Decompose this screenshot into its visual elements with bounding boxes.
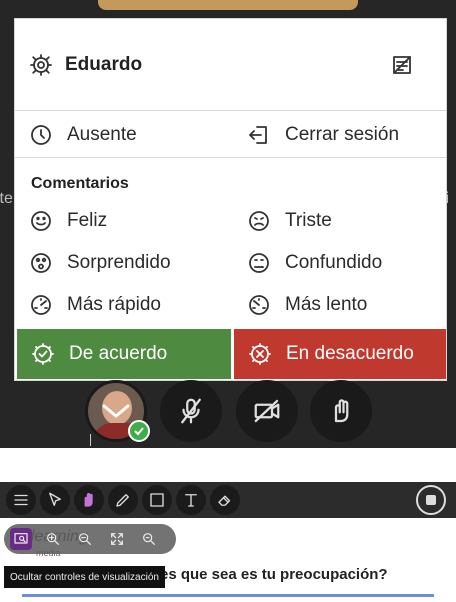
hamburger-icon (14, 494, 28, 506)
view-controls-icon (14, 533, 28, 544)
video-frame-edge (98, 0, 358, 10)
user-row: Eduardo (15, 19, 446, 111)
fit-to-screen-button[interactable] (106, 528, 128, 550)
sad-face-icon (249, 211, 269, 231)
happy-face-icon (31, 211, 51, 231)
text-tool[interactable] (176, 485, 206, 515)
whiteboard-panel: elearning media es que sea es tu preocup… (0, 482, 456, 602)
annotation-toolbar (0, 482, 456, 518)
text-cursor (90, 434, 91, 446)
slide-question: es que sea es tu preocupación? (160, 566, 388, 583)
pen-tool[interactable] (108, 485, 138, 515)
hide-controls-button[interactable] (10, 528, 32, 550)
actual-size-button[interactable] (138, 528, 160, 550)
zoom-out-icon (79, 533, 91, 545)
captions-icon[interactable] (390, 53, 414, 77)
background-text-left: lte (0, 190, 13, 207)
hand-icon (84, 492, 93, 507)
feedback-surprised[interactable]: Sorprendido (29, 251, 171, 275)
pointer-icon (49, 492, 61, 506)
logout-label: Cerrar sesión (285, 123, 400, 145)
raise-hand-icon (334, 399, 349, 423)
faster-gauge-icon (31, 295, 51, 315)
feedback-confused[interactable]: Confundido (247, 251, 382, 275)
clock-icon (31, 124, 51, 145)
expand-icon (111, 533, 123, 545)
eraser-icon (218, 495, 231, 506)
square-icon (150, 493, 164, 507)
raise-hand-button[interactable] (310, 380, 372, 442)
check-badge-icon (32, 343, 54, 365)
session-panel: lte ti Eduardo Ausente Cerrar sesión Com… (0, 0, 456, 448)
shape-tool[interactable] (142, 485, 172, 515)
logout-option[interactable]: Cerrar sesión (247, 123, 399, 147)
status-row: Ausente Cerrar sesión (15, 112, 446, 158)
stop-sharing-button[interactable] (416, 485, 446, 515)
logout-icon (249, 125, 267, 144)
camera-off-icon (254, 399, 280, 423)
slower-gauge-icon (249, 295, 269, 315)
tooltip: Ocultar controles de visualización (4, 566, 165, 588)
agreement-buttons: De acuerdo En desacuerdo (15, 329, 446, 381)
my-status-menu: Eduardo Ausente Cerrar sesión Comentario… (14, 18, 447, 381)
visualization-controls (4, 524, 176, 554)
feedback-label: Sorprendido (67, 252, 171, 273)
spacer (0, 448, 456, 482)
stop-icon (426, 495, 436, 505)
text-icon (185, 494, 197, 507)
microphone-muted-icon (181, 398, 201, 424)
agree-label: De acuerdo (69, 343, 168, 364)
feedback-label: Más lento (285, 294, 368, 315)
feedback-label: Más rápido (67, 294, 161, 315)
away-label: Ausente (67, 123, 137, 145)
pan-tool[interactable] (74, 485, 104, 515)
feedback-happy[interactable]: Feliz (29, 209, 107, 233)
disagree-label: En desacuerdo (286, 343, 414, 364)
gear-icon[interactable] (29, 53, 53, 77)
surprised-face-icon (31, 253, 51, 273)
agree-button[interactable]: De acuerdo (17, 329, 231, 379)
feedback-title: Comentarios (31, 175, 129, 192)
pencil-icon (116, 494, 129, 507)
feedback-sad[interactable]: Triste (247, 209, 332, 233)
user-name: Eduardo (65, 53, 143, 75)
zoom-in-button[interactable] (42, 528, 64, 550)
feedback-slower[interactable]: Más lento (247, 293, 367, 317)
confused-face-icon (249, 253, 269, 273)
menu-button[interactable] (6, 485, 36, 515)
status-ok-icon (128, 420, 150, 442)
camera-button[interactable] (236, 380, 298, 442)
microphone-button[interactable] (160, 380, 222, 442)
x-badge-icon (249, 343, 271, 365)
feedback-label: Feliz (67, 210, 108, 231)
eraser-tool[interactable] (210, 485, 240, 515)
zoom-reset-icon (143, 533, 155, 545)
away-option[interactable]: Ausente (29, 123, 137, 147)
select-tool[interactable] (40, 485, 70, 515)
feedback-label: Confundido (285, 252, 383, 273)
slide-divider (22, 594, 434, 597)
zoom-out-button[interactable] (74, 528, 96, 550)
feedback-label: Triste (285, 210, 332, 231)
disagree-button[interactable]: En desacuerdo (234, 329, 446, 379)
zoom-in-icon (47, 533, 59, 545)
feedback-faster[interactable]: Más rápido (29, 293, 161, 317)
